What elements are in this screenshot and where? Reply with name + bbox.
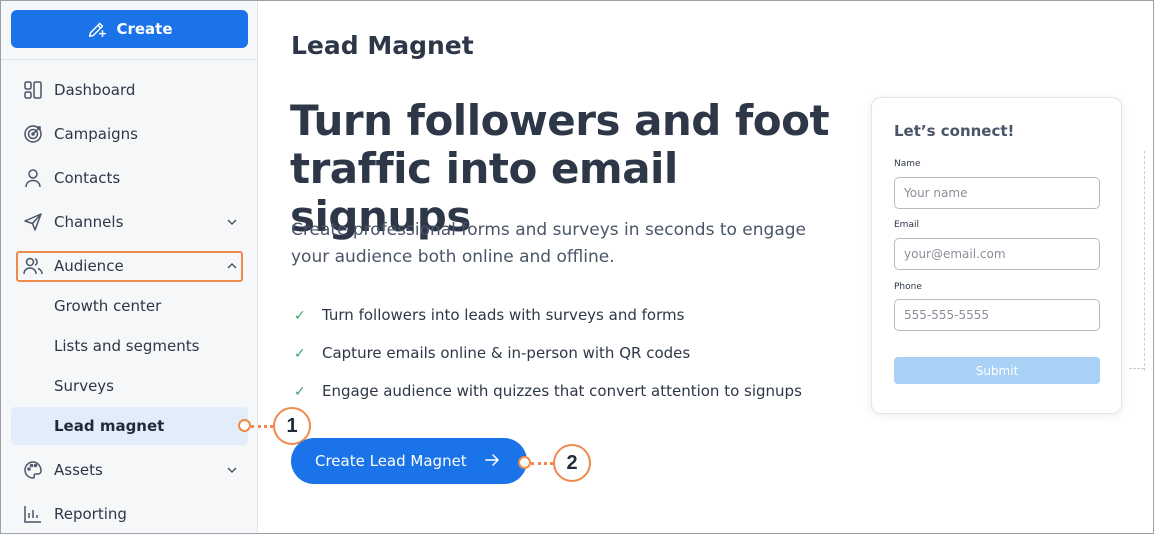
sidebar-item-reporting[interactable]: Reporting: [11, 495, 248, 533]
preview-dashed-edge: [1144, 151, 1145, 371]
hero-line-1: Turn followers and foot: [290, 96, 830, 145]
sidebar-subitem-label: Surveys: [54, 377, 114, 395]
create-button-label: Create: [116, 20, 173, 38]
sidebar-item-label: Channels: [54, 213, 124, 231]
callout-2-anchor: [518, 456, 531, 469]
sidebar-item-campaigns[interactable]: Campaigns: [11, 115, 248, 153]
check-icon: ✓: [294, 384, 306, 400]
sidebar-item-contacts[interactable]: Contacts: [11, 159, 248, 197]
sidebar-subitem-label: Lists and segments: [54, 337, 200, 355]
sidebar-item-dashboard[interactable]: Dashboard: [11, 71, 248, 109]
email-field: your@email.com: [894, 238, 1100, 270]
sidebar-item-channels[interactable]: Channels: [11, 203, 248, 241]
dashboard-icon: [24, 81, 42, 99]
feature-item: ✓ Engage audience with quizzes that conve…: [294, 382, 802, 400]
feature-item: ✓ Capture emails online & in-person with …: [294, 344, 690, 362]
callout-2-connector: [531, 462, 553, 465]
feature-item: ✓ Turn followers into leads with surveys …: [294, 306, 684, 324]
chevron-down-icon[interactable]: [226, 216, 238, 228]
sidebar-item-label: Contacts: [54, 169, 121, 187]
sidebar-subitem-growth-center[interactable]: Growth center: [11, 287, 248, 325]
callout-2-badge: 2: [553, 444, 591, 482]
chart-icon: [24, 506, 41, 523]
sidebar-subitem-label: Lead magnet: [54, 417, 165, 435]
sidebar-subitem-label: Growth center: [54, 297, 162, 315]
sidebar-subitem-lists-and-segments[interactable]: Lists and segments: [11, 327, 248, 365]
create-lead-magnet-button[interactable]: Create Lead Magnet: [291, 438, 527, 484]
form-title: Let’s connect!: [894, 122, 1015, 140]
check-icon: ✓: [294, 308, 306, 324]
callout-1-anchor: [238, 419, 251, 432]
sidebar-item-label: Reporting: [54, 505, 127, 523]
palette-icon: [24, 461, 42, 479]
email-label: Email: [894, 220, 919, 230]
chevron-down-icon[interactable]: [226, 464, 238, 476]
hero-description: Create professional forms and surveys in…: [291, 220, 806, 267]
callout-1-connector: [251, 425, 273, 428]
sidebar-subitem-surveys[interactable]: Surveys: [11, 367, 248, 405]
feature-text: Turn followers into leads with surveys a…: [322, 306, 685, 324]
check-icon: ✓: [294, 346, 306, 362]
app-window: Create Dashboard Campaigns Contacts Chan…: [0, 0, 1154, 534]
feature-text: Capture emails online & in-person with Q…: [322, 344, 691, 362]
pencil-plus-icon: [89, 22, 107, 38]
phone-label: Phone: [894, 282, 922, 292]
target-icon: [24, 125, 42, 143]
sidebar-item-label: Dashboard: [54, 81, 136, 99]
form-preview-card: Let’s connect! Name Your name Email your…: [871, 97, 1122, 414]
preview-dashed-edge-cap: [1129, 368, 1144, 369]
sidebar-item-label: Assets: [54, 461, 103, 479]
name-field: Your name: [894, 177, 1100, 209]
create-button[interactable]: Create: [11, 10, 248, 48]
phone-field: 555-555-5555: [894, 299, 1100, 331]
sidebar-item-label: Campaigns: [54, 125, 139, 143]
sidebar-subitem-lead-magnet[interactable]: Lead magnet: [11, 407, 248, 445]
sidebar: Create Dashboard Campaigns Contacts Chan…: [1, 1, 258, 533]
sidebar-item-assets[interactable]: Assets: [11, 451, 248, 489]
sidebar-divider: [1, 59, 258, 60]
page-title: Lead Magnet: [291, 31, 474, 60]
name-label: Name: [894, 159, 921, 169]
arrow-right-icon: [485, 454, 499, 466]
feature-text: Engage audience with quizzes that conver…: [322, 382, 802, 400]
audience-highlight-box: [16, 251, 243, 282]
person-icon: [25, 169, 41, 188]
send-icon: [24, 213, 42, 231]
submit-button: Submit: [894, 357, 1100, 384]
cta-label: Create Lead Magnet: [315, 452, 467, 470]
